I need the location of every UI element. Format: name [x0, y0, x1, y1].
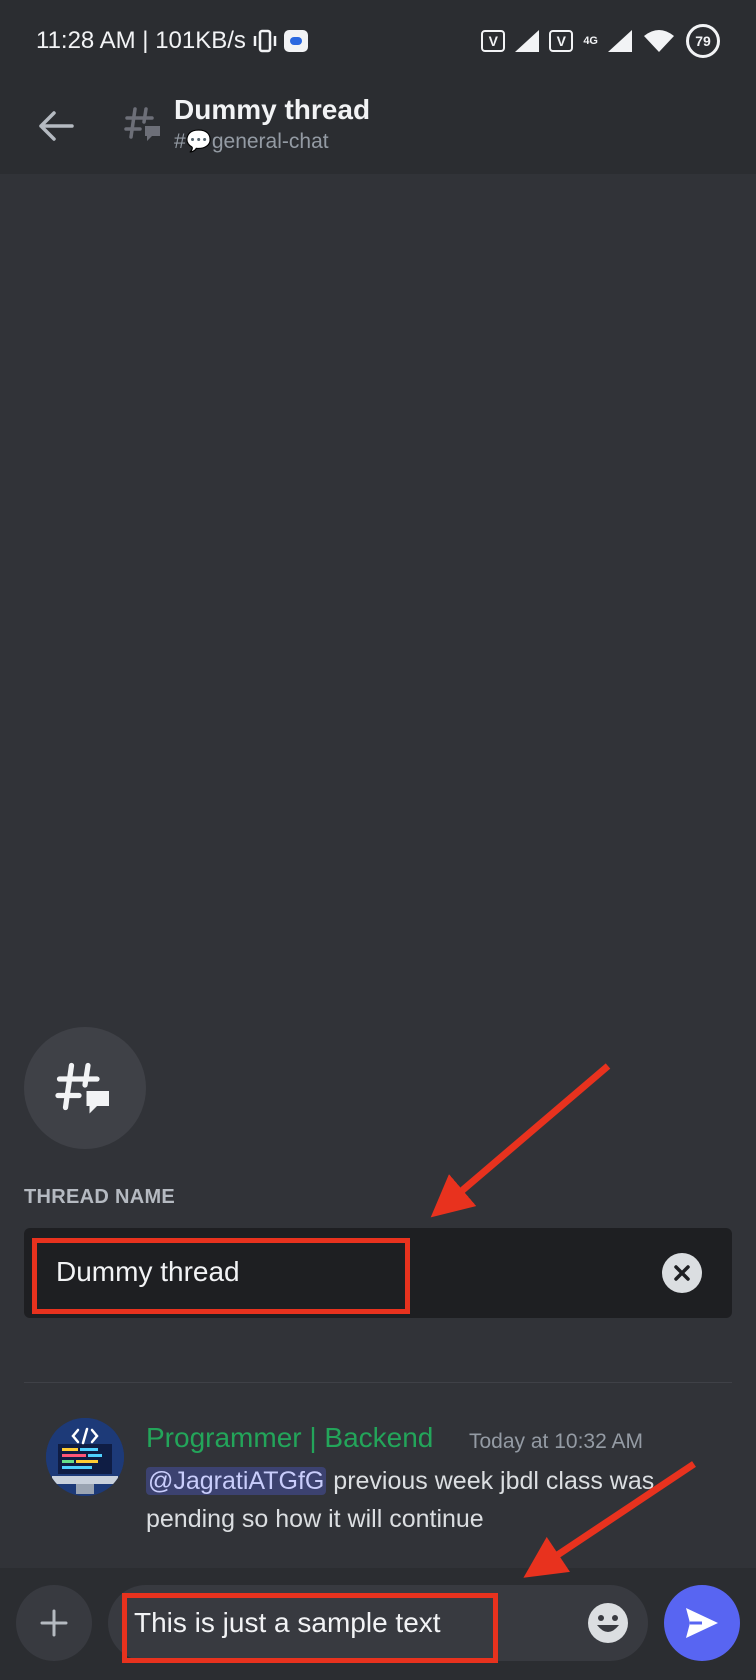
user-mention[interactable]: @JagratiATGfG: [146, 1467, 327, 1495]
battery-icon: 79: [686, 24, 720, 58]
add-attachment-button[interactable]: [16, 1585, 92, 1661]
messages-notification-icon: [283, 30, 308, 52]
message-timestamp: Today at 10:32 AM: [469, 1430, 643, 1453]
status-bar: 11:28 AM | 101KB/s V V 4G 79: [0, 0, 756, 82]
thread-name-value: Dummy thread: [56, 1256, 240, 1287]
message-item: Programmer | Backend Today at 10:32 AM @…: [0, 1410, 756, 1540]
thread-name-label: THREAD NAME: [24, 1186, 176, 1208]
message-author[interactable]: Programmer | Backend: [146, 1422, 433, 1454]
status-right: V V 4G 79: [481, 24, 720, 58]
page-title: Dummy thread: [174, 94, 371, 125]
vibrate-icon: [253, 29, 277, 53]
message-composer: This is just a sample text: [0, 1568, 756, 1680]
status-left: 11:28 AM | 101KB/s: [36, 27, 308, 55]
send-icon: [686, 1608, 718, 1638]
message-content: @JagratiATGfG previous week jbdl class w…: [146, 1462, 706, 1538]
thread-icon: [124, 107, 160, 141]
signal-icon: [515, 30, 540, 52]
back-button[interactable]: [32, 102, 80, 150]
annotation-arrow-1: [430, 1063, 611, 1218]
wifi-icon: [644, 30, 674, 52]
signal-icon-2: [608, 30, 632, 52]
thread-avatar: [24, 1027, 146, 1149]
thread-icon-large: [55, 1062, 109, 1114]
volte-icon: V: [481, 30, 506, 52]
thread-header: Dummy thread #💬general-chat: [0, 82, 756, 174]
code-monitor-icon: [46, 1418, 124, 1496]
status-time: 11:28 AM | 101KB/s: [36, 27, 246, 54]
network-type: 4G: [583, 35, 598, 47]
volte-icon-2: V: [549, 30, 574, 52]
channel-name: general-chat: [211, 130, 329, 153]
divider: [24, 1382, 732, 1383]
message-input[interactable]: This is just a sample text: [108, 1585, 648, 1661]
arrow-left-icon: [39, 111, 74, 141]
channel-hash: #: [174, 130, 186, 153]
close-icon: [674, 1265, 690, 1281]
emoji-icon[interactable]: [586, 1601, 630, 1645]
avatar[interactable]: [46, 1418, 124, 1496]
plus-icon: [40, 1609, 68, 1637]
thread-name-input[interactable]: Dummy thread: [24, 1228, 732, 1318]
channel-breadcrumb: #💬general-chat: [174, 130, 329, 154]
speech-bubble-icon: 💬: [185, 130, 212, 153]
message-input-value: This is just a sample text: [134, 1607, 441, 1638]
clear-button[interactable]: [662, 1253, 702, 1293]
send-button[interactable]: [664, 1585, 740, 1661]
